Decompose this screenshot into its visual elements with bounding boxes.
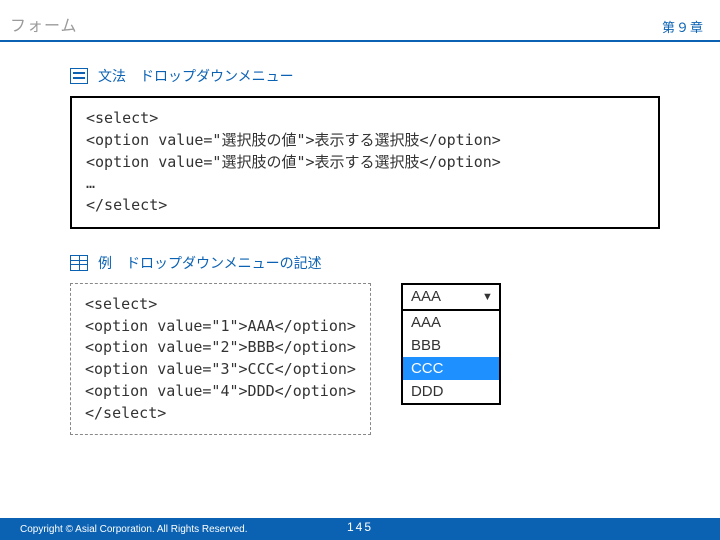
dropdown-option[interactable]: DDD <box>403 380 499 403</box>
content-area: 文法 ドロップダウンメニュー <select> <option value="選… <box>0 42 720 435</box>
example-label: 例 ドロップダウンメニューの記述 <box>98 253 322 273</box>
chevron-down-icon: ▼ <box>482 291 493 303</box>
dropdown-option[interactable]: CCC <box>403 357 499 380</box>
dropdown-option[interactable]: AAA <box>403 311 499 334</box>
list-icon <box>70 68 88 84</box>
page-header: フォーム 第９章 <box>0 0 720 42</box>
dropdown-demo: AAA ▼ AAA BBB CCC DDD <box>401 283 501 405</box>
chapter-label: 第９章 <box>662 17 704 36</box>
book-icon <box>70 255 88 271</box>
example-section-header: 例 ドロップダウンメニューの記述 <box>70 253 660 273</box>
dropdown-open-list[interactable]: AAA BBB CCC DDD <box>401 311 501 405</box>
dropdown-option[interactable]: BBB <box>403 334 499 357</box>
example-row: <select> <option value="1">AAA</option> … <box>70 283 660 436</box>
example-code-block: <select> <option value="1">AAA</option> … <box>70 283 371 436</box>
page-number: 145 <box>347 520 373 534</box>
copyright-text: Copyright © Asial Corporation. All Right… <box>20 524 247 535</box>
dropdown-selected-value: AAA <box>411 288 441 305</box>
page-title: フォーム <box>10 12 78 36</box>
syntax-code-block: <select> <option value="選択肢の値">表示する選択肢</… <box>70 96 660 229</box>
syntax-label: 文法 ドロップダウンメニュー <box>98 66 294 86</box>
syntax-section-header: 文法 ドロップダウンメニュー <box>70 66 660 86</box>
dropdown-closed[interactable]: AAA ▼ <box>401 283 501 311</box>
